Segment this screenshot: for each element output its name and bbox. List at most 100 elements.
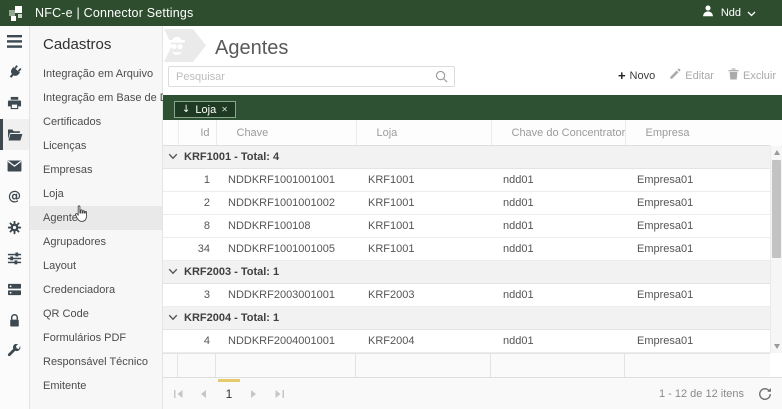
group-label: KRF2004 - Total: 1 — [184, 312, 279, 324]
sidebar-heading: Cadastros — [30, 26, 162, 62]
cell-id: 3 — [178, 284, 216, 307]
table-row[interactable]: 34NDDKRF1001001005KRF1001ndd01Empresa01 — [163, 238, 770, 261]
agents-grid: Id Chave Loja Chave do Concentrator Empr… — [163, 120, 770, 353]
sort-descending-icon[interactable]: ↓ — [182, 104, 190, 115]
remove-group-icon[interactable]: ✕ — [221, 105, 228, 114]
sliders-icon[interactable] — [0, 243, 29, 274]
menu-icon[interactable] — [0, 26, 29, 57]
gear-icon[interactable] — [0, 212, 29, 243]
list-icon[interactable] — [0, 274, 29, 305]
grid-scrollbar[interactable] — [770, 146, 782, 353]
search-input[interactable] — [169, 71, 435, 83]
group-header-row[interactable]: KRF2004 - Total: 1 — [163, 307, 770, 330]
cell-chave-do-concentrator: ndd01 — [491, 238, 625, 261]
cell-loja: KRF1001 — [356, 238, 491, 261]
first-page-button[interactable] — [167, 383, 189, 405]
cell-chave: NDDKRF1001001002 — [216, 192, 356, 215]
cell-chave-do-concentrator: ndd01 — [491, 192, 625, 215]
lock-icon[interactable] — [0, 305, 29, 336]
cell-chave: NDDKRF1001001005 — [216, 238, 356, 261]
cell-chave-do-concentrator: ndd01 — [491, 330, 625, 353]
group-header-row[interactable]: KRF1001 - Total: 4 — [163, 146, 770, 169]
collapse-group-icon[interactable] — [168, 313, 178, 325]
printer-icon[interactable] — [0, 88, 29, 119]
envelope-icon[interactable] — [0, 150, 29, 181]
column-header-id[interactable]: Id — [178, 120, 216, 146]
user-name: Ndd — [721, 7, 741, 19]
table-row[interactable]: 3NDDKRF2003001001KRF2003ndd01Empresa01 — [163, 284, 770, 307]
sidebar-item-agrupadores[interactable]: Agrupadores — [30, 230, 162, 254]
last-page-button[interactable] — [268, 383, 290, 405]
icon-rail: @ — [0, 26, 30, 409]
user-menu[interactable]: Ndd — [701, 4, 756, 23]
plug-icon[interactable] — [0, 57, 29, 88]
folder-open-icon[interactable] — [0, 119, 29, 150]
grid-header-row: Id Chave Loja Chave do Concentrator Empr… — [163, 120, 770, 146]
cell-loja: KRF1001 — [356, 215, 491, 238]
at-sign-icon[interactable]: @ — [0, 181, 29, 212]
cell-chave: NDDKRF1001001001 — [216, 169, 356, 192]
cell-loja: KRF2003 — [356, 284, 491, 307]
collapse-group-icon[interactable] — [168, 267, 178, 279]
scroll-up-icon[interactable] — [774, 150, 780, 155]
sidebar-items: Integração em ArquivoIntegração em Base … — [30, 62, 162, 398]
editar-button[interactable]: Editar — [669, 68, 714, 83]
trash-icon — [728, 68, 739, 83]
sidebar: Cadastros Integração em ArquivoIntegraçã… — [30, 26, 163, 409]
sidebar-item-empresas[interactable]: Empresas — [30, 158, 162, 182]
table-row[interactable]: 1NDDKRF1001001001KRF1001ndd01Empresa01 — [163, 169, 770, 192]
page-title: Agentes — [215, 37, 288, 60]
cell-chave-do-concentrator: ndd01 — [491, 284, 625, 307]
sidebar-item-layout[interactable]: Layout — [30, 254, 162, 278]
column-header-concentrator[interactable]: Chave do Concentrator — [491, 120, 625, 146]
cell-empresa: Empresa01 — [625, 330, 770, 353]
sidebar-item-responsavel-tecnico[interactable]: Responsável Técnico — [30, 350, 162, 374]
scrollbar-thumb[interactable] — [772, 160, 781, 258]
group-label: KRF1001 - Total: 4 — [184, 151, 279, 163]
search-icon[interactable] — [435, 70, 448, 83]
cell-loja: KRF1001 — [356, 192, 491, 215]
collapse-group-icon[interactable] — [168, 152, 178, 164]
empty-grid-row — [163, 353, 770, 378]
next-page-button[interactable] — [243, 383, 265, 405]
sidebar-item-credenciadora[interactable]: Credenciadora — [30, 278, 162, 302]
user-icon — [701, 4, 715, 23]
novo-button[interactable]: + Novo — [618, 69, 655, 82]
column-header-chave[interactable]: Chave — [216, 120, 356, 146]
table-row[interactable]: 2NDDKRF1001001002KRF1001ndd01Empresa01 — [163, 192, 770, 215]
sidebar-item-emitente[interactable]: Emitente — [30, 374, 162, 398]
sidebar-item-qr-code[interactable]: QR Code — [30, 302, 162, 326]
wrench-icon[interactable] — [0, 336, 29, 367]
grid-toolbar: + Novo Editar Excluir — [618, 68, 776, 83]
search-box — [168, 66, 455, 87]
agent-page-icon — [163, 28, 210, 68]
table-row[interactable]: 4NDDKRF2004001001KRF2004ndd01Empresa01 — [163, 330, 770, 353]
previous-page-button[interactable] — [192, 383, 214, 405]
cell-chave-do-concentrator: ndd01 — [491, 169, 625, 192]
header-filler — [770, 120, 782, 147]
sidebar-item-formularios-pdf[interactable]: Formulários PDF — [30, 326, 162, 350]
sidebar-item-agentes[interactable]: Agentes — [30, 206, 162, 230]
sidebar-item-certificados[interactable]: Certificados — [30, 110, 162, 134]
row-expander-cell — [163, 192, 178, 215]
column-header-loja[interactable]: Loja — [356, 120, 491, 146]
plus-icon: + — [618, 69, 626, 82]
refresh-icon[interactable] — [758, 387, 772, 401]
cell-empresa: Empresa01 — [625, 284, 770, 307]
table-row[interactable]: 8NDDKRF100108KRF1001ndd01Empresa01 — [163, 215, 770, 238]
sidebar-item-integracao-em-base-de-dados[interactable]: Integração em Base de Dados — [30, 86, 162, 110]
cell-id: 1 — [178, 169, 216, 192]
cell-chave: NDDKRF2004001001 — [216, 330, 356, 353]
sidebar-item-integracao-em-arquivo[interactable]: Integração em Arquivo — [30, 62, 162, 86]
sidebar-item-licencas[interactable]: Licenças — [30, 134, 162, 158]
group-header-row[interactable]: KRF2003 - Total: 1 — [163, 261, 770, 284]
cell-empresa: Empresa01 — [625, 192, 770, 215]
sidebar-item-loja[interactable]: Loja — [30, 182, 162, 206]
column-header-empresa[interactable]: Empresa — [625, 120, 770, 146]
page-number-1[interactable]: 1 — [217, 382, 241, 406]
group-chip-loja[interactable]: ↓ Loja ✕ — [174, 101, 236, 118]
row-expander-cell — [163, 215, 178, 238]
scroll-down-icon[interactable] — [774, 344, 780, 349]
row-expander-cell — [163, 238, 178, 261]
excluir-button[interactable]: Excluir — [728, 68, 776, 83]
